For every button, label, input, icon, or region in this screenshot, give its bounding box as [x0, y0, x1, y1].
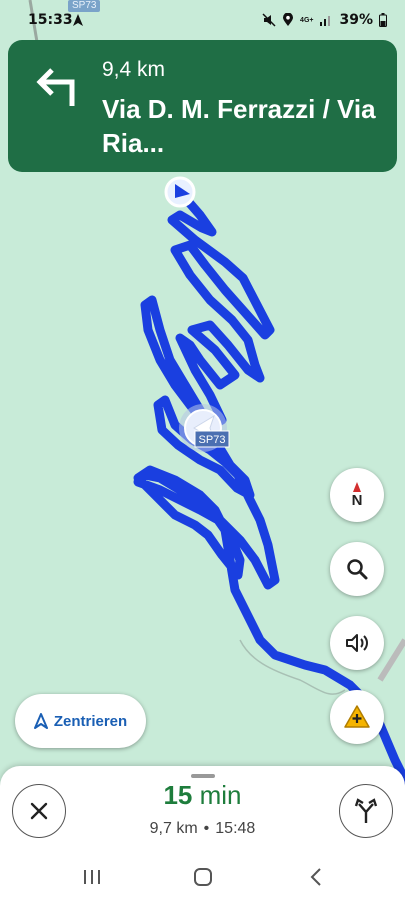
navigation-arrow-icon: [73, 14, 83, 26]
eta-value: 15: [163, 780, 193, 810]
battery-percent: 39%: [339, 12, 373, 28]
recent-apps-icon[interactable]: [80, 866, 104, 888]
arrival-time: 15:48: [215, 820, 256, 837]
signal-icon: [320, 16, 331, 26]
separator: •: [203, 820, 210, 837]
location-icon: [283, 13, 294, 26]
system-navigation-bar: [0, 854, 405, 900]
eta-unit: min: [199, 780, 242, 810]
maneuver-distance: 9,4 km: [102, 58, 166, 81]
maneuver-street-name: Via D. M. Ferrazzi / Via Ria...: [102, 94, 376, 158]
search-icon: [347, 559, 368, 580]
back-icon[interactable]: [305, 866, 329, 888]
recenter-button[interactable]: Zentrieren: [15, 694, 146, 748]
report-incident-button[interactable]: [330, 690, 384, 744]
sound-button[interactable]: [330, 616, 384, 670]
route-fork-icon: [354, 798, 378, 823]
navigation-arrow-icon: [33, 713, 48, 729]
status-bar: SP73 15:33 4G+ 39%: [0, 0, 405, 40]
network-type: 4G+: [300, 16, 314, 24]
add-report-icon: [344, 705, 370, 728]
search-button[interactable]: [330, 542, 384, 596]
compass-needle-icon: [353, 481, 361, 492]
battery-icon: [379, 13, 387, 27]
status-icons: 4G+ 39%: [262, 12, 387, 28]
sheet-drag-handle[interactable]: [191, 774, 215, 778]
speaker-icon: [346, 634, 368, 652]
mute-icon: [262, 13, 276, 27]
recenter-label: Zentrieren: [53, 712, 128, 730]
alternate-routes-button[interactable]: [339, 784, 393, 838]
navigation-instruction-banner[interactable]: 9,4 km Via D. M. Ferrazzi / Via Ria...: [8, 40, 397, 172]
turn-left-icon: [36, 68, 75, 106]
compass-button[interactable]: N: [330, 468, 384, 522]
home-icon[interactable]: [191, 866, 215, 888]
remaining-distance: 9,7 km: [149, 820, 198, 837]
status-time: 15:33: [28, 12, 73, 28]
svg-text:SP73: SP73: [199, 434, 226, 446]
status-road-chip: SP73: [68, 0, 101, 12]
compass-letter: N: [351, 491, 363, 509]
